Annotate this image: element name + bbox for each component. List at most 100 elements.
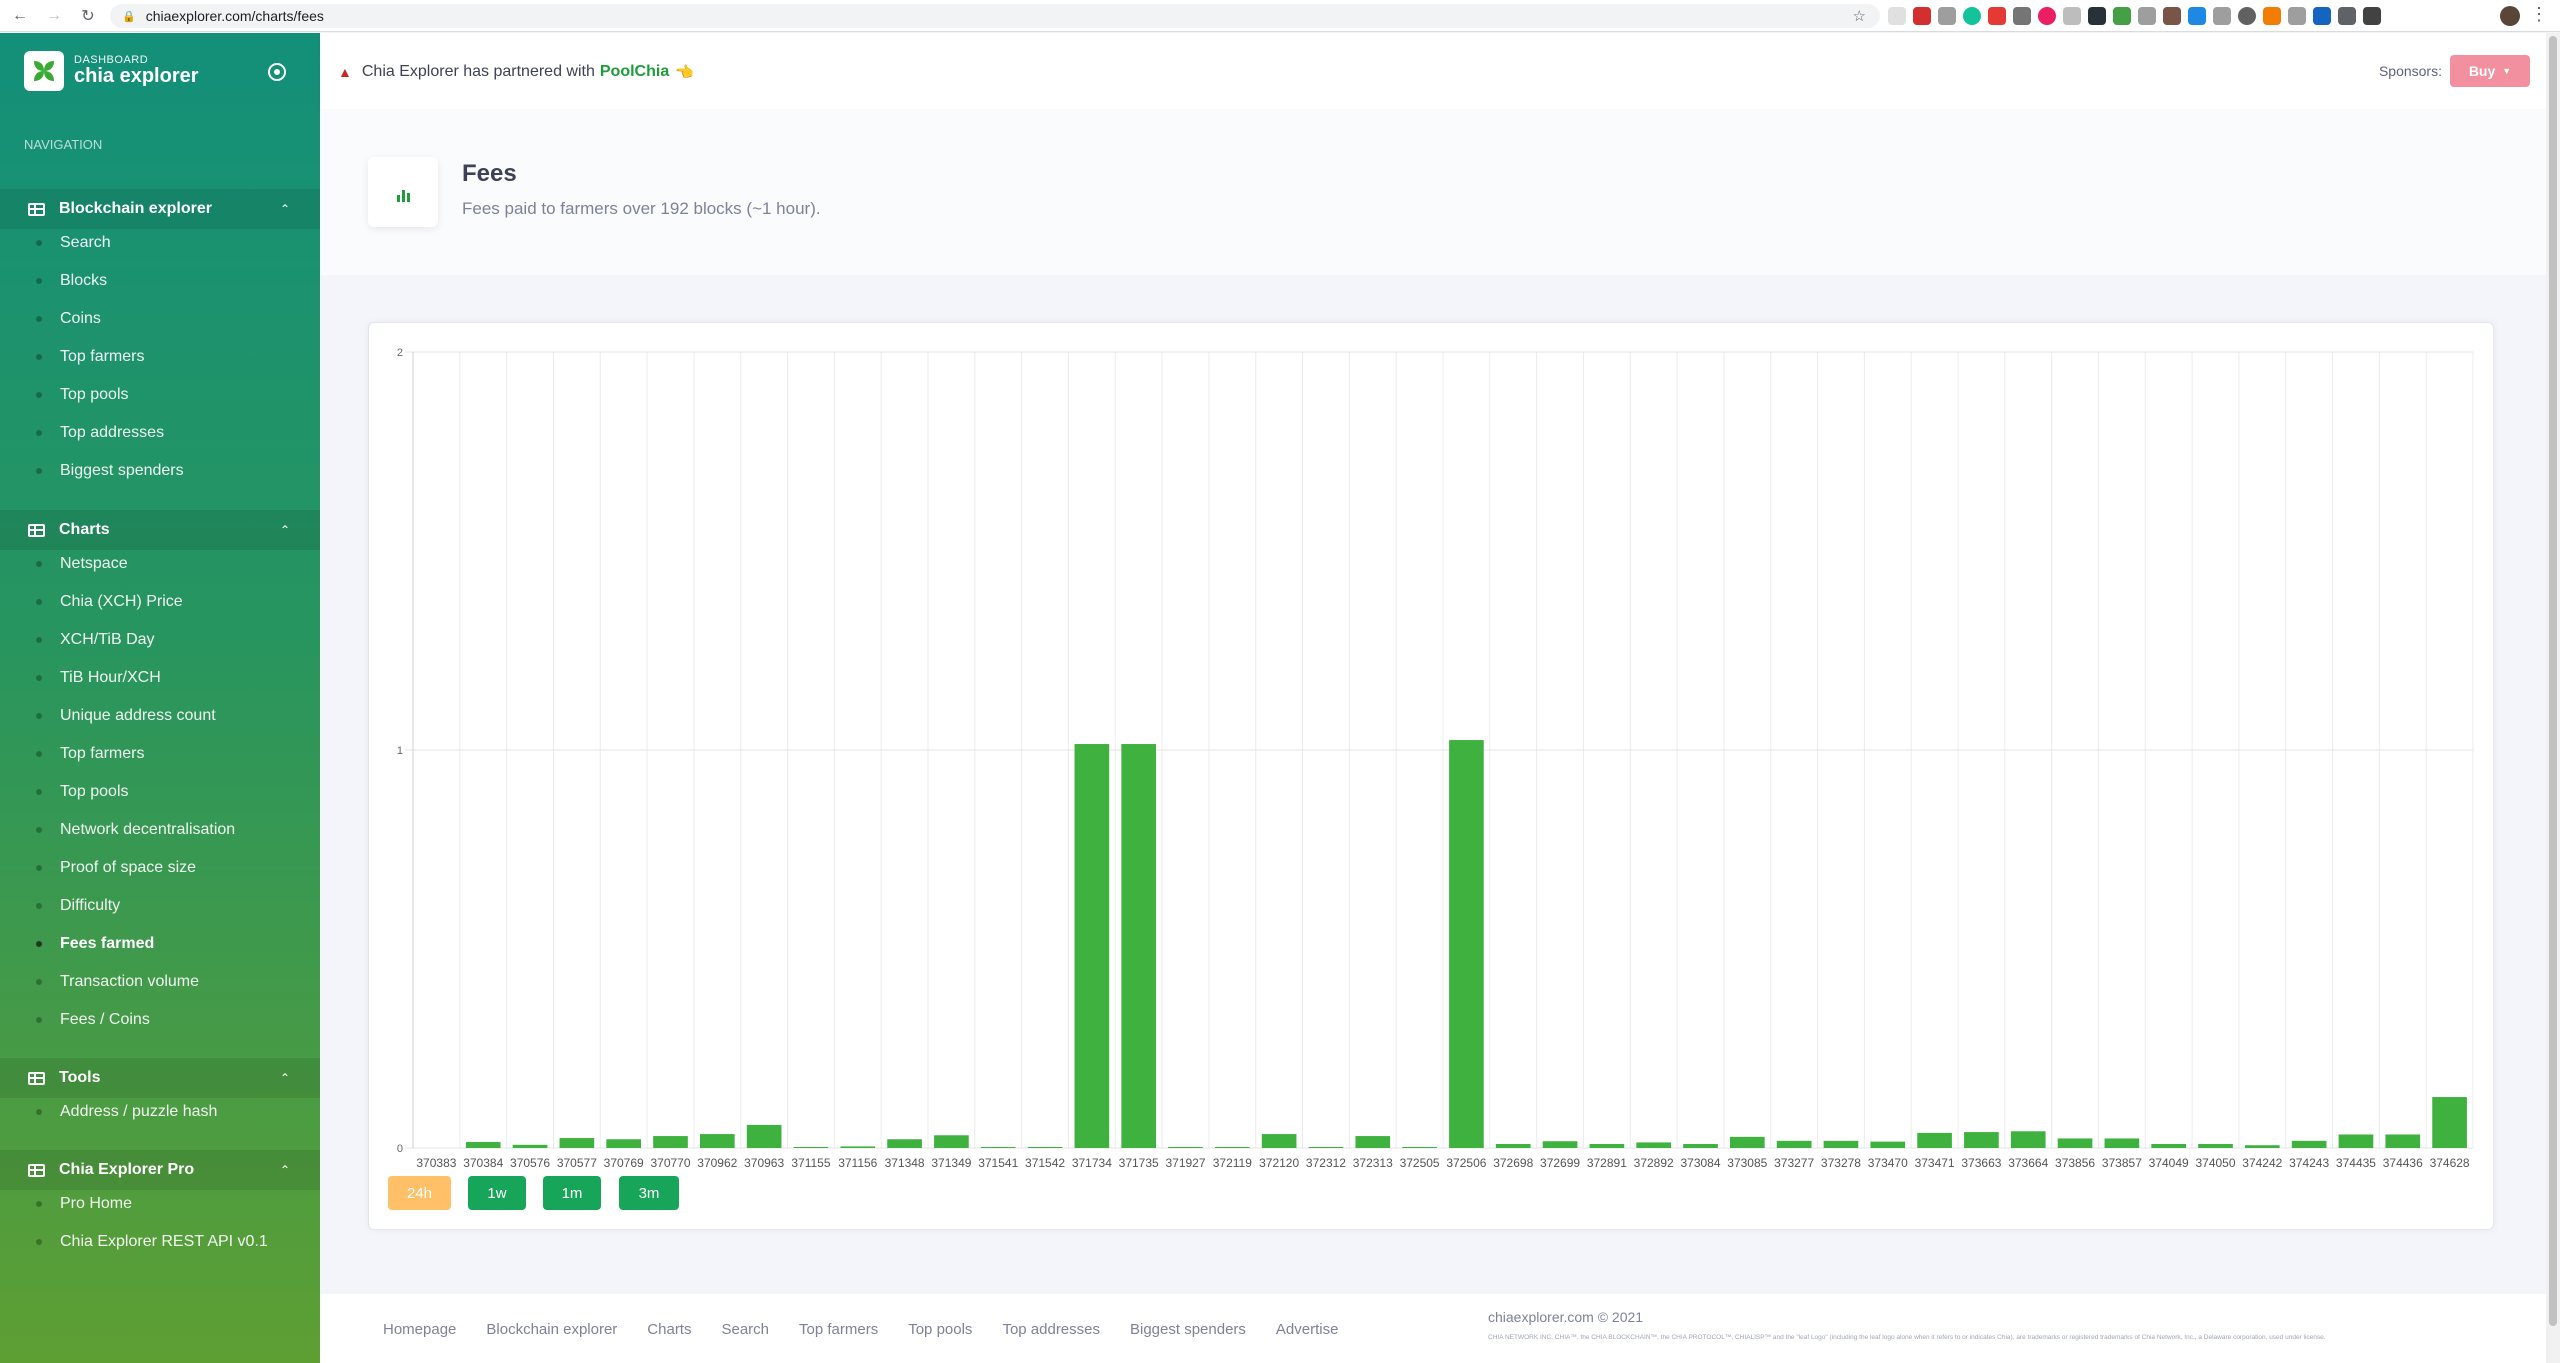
extension-icon[interactable] xyxy=(2038,7,2056,25)
legal-notice: CHIA NETWORK INC, CHIA™, the CHIA BLOCKC… xyxy=(1488,1334,2326,1341)
footer-link-top-farmers[interactable]: Top farmers xyxy=(799,1321,878,1338)
sidebar-item-coins[interactable]: Coins xyxy=(0,304,320,334)
sidebar-item-rest-api[interactable]: Chia Explorer REST API v0.1 xyxy=(0,1227,320,1257)
range-button-3m[interactable]: 3m xyxy=(619,1176,679,1210)
sidebar-item-pro-home[interactable]: Pro Home xyxy=(0,1189,320,1219)
sidebar-item-tib-hour-xch[interactable]: TiB Hour/XCH xyxy=(0,663,320,693)
bookmark-star-icon[interactable]: ☆ xyxy=(1853,7,1866,25)
sidebar-item-unique-address-count[interactable]: Unique address count xyxy=(0,701,320,731)
bullet-icon xyxy=(36,827,42,833)
back-icon[interactable]: ← xyxy=(6,2,34,30)
x-tick-label: 372505 xyxy=(1400,1156,1440,1170)
sidebar-item-biggest-spenders[interactable]: Biggest spenders xyxy=(0,456,320,486)
footer-link-advertise[interactable]: Advertise xyxy=(1276,1321,1339,1338)
extension-icon[interactable] xyxy=(2213,7,2231,25)
address-bar[interactable]: 🔒 chiaexplorer.com/charts/fees ☆ xyxy=(110,4,1880,28)
sidebar-item-xch-tib-day[interactable]: XCH/TiB Day xyxy=(0,625,320,655)
x-tick-label: 373085 xyxy=(1727,1156,1767,1170)
sidebar-item-difficulty[interactable]: Difficulty xyxy=(0,891,320,921)
sidebar-item-fees-farmed[interactable]: Fees farmed xyxy=(0,929,320,959)
x-tick-label: 371542 xyxy=(1025,1156,1065,1170)
section-label: Tools xyxy=(59,1069,101,1086)
extension-icon[interactable] xyxy=(2138,7,2156,25)
sidebar-item-proof-of-space-size[interactable]: Proof of space size xyxy=(0,853,320,883)
sidebar-item-top-farmers[interactable]: Top farmers xyxy=(0,342,320,372)
extension-icon[interactable] xyxy=(2363,7,2381,25)
extension-icon[interactable] xyxy=(2288,7,2306,25)
footer-link-biggest-spenders[interactable]: Biggest spenders xyxy=(1130,1321,1246,1338)
puzzle-icon[interactable] xyxy=(2338,7,2356,25)
footer-link-blockchain-explorer[interactable]: Blockchain explorer xyxy=(486,1321,617,1338)
extension-icon[interactable] xyxy=(2088,7,2106,25)
buy-button-label: Buy xyxy=(2468,63,2496,79)
sidebar-item-blocks[interactable]: Blocks xyxy=(0,266,320,296)
x-tick-label: 373277 xyxy=(1774,1156,1814,1170)
brand[interactable]: DASHBOARD chia explorer xyxy=(24,51,199,91)
footer-link-top-addresses[interactable]: Top addresses xyxy=(1002,1321,1100,1338)
sidebar-item-label: Proof of space size xyxy=(60,859,197,876)
x-tick-label: 372892 xyxy=(1634,1156,1674,1170)
partner-link[interactable]: PoolChia xyxy=(600,63,669,81)
extension-icon[interactable] xyxy=(2013,7,2031,25)
sidebar-item-label: Unique address count xyxy=(60,707,216,724)
extension-icon[interactable] xyxy=(2188,7,2206,25)
sidebar-item-transaction-volume[interactable]: Transaction volume xyxy=(0,967,320,997)
footer-link-search[interactable]: Search xyxy=(721,1321,769,1338)
extension-icon[interactable] xyxy=(1913,7,1931,25)
sponsors-label: Sponsors: xyxy=(2378,63,2442,79)
sidebar-toggle-icon[interactable] xyxy=(268,63,286,81)
chart-bar xyxy=(465,1142,501,1148)
footer-link-top-pools[interactable]: Top pools xyxy=(908,1321,972,1338)
sidebar-item-chia-price[interactable]: Chia (XCH) Price xyxy=(0,587,320,617)
page-subtitle: Fees paid to farmers over 192 blocks (~1… xyxy=(462,199,821,218)
avatar[interactable] xyxy=(2500,6,2520,26)
page-title-band xyxy=(320,109,2546,275)
buy-button[interactable]: Buy ▼ xyxy=(2450,55,2530,87)
scrollbar-thumb[interactable] xyxy=(2549,36,2557,1326)
range-button-1w[interactable]: 1w xyxy=(468,1176,526,1210)
extension-icon[interactable] xyxy=(2063,7,2081,25)
sidebar-item-chart-top-farmers[interactable]: Top farmers xyxy=(0,739,320,769)
section-chia-explorer-pro[interactable]: Chia Explorer Pro ⌃ xyxy=(0,1150,320,1190)
sidebar-item-address-puzzle-hash[interactable]: Address / puzzle hash xyxy=(0,1097,320,1127)
x-tick-label: 370962 xyxy=(697,1156,737,1170)
chart-bar xyxy=(840,1146,876,1148)
section-blockchain-explorer[interactable]: Blockchain explorer ⌃ xyxy=(0,189,320,229)
chart-bar xyxy=(1402,1147,1437,1148)
x-tick-label: 374049 xyxy=(2149,1156,2189,1170)
extensions-area xyxy=(1888,7,2381,25)
section-label: Chia Explorer Pro xyxy=(59,1161,195,1178)
section-charts[interactable]: Charts ⌃ xyxy=(0,510,320,550)
chart-bar xyxy=(746,1124,782,1148)
forward-icon[interactable]: → xyxy=(40,2,68,30)
bullet-icon xyxy=(36,278,42,284)
extension-icon[interactable] xyxy=(1938,7,1956,25)
extension-icon[interactable] xyxy=(2238,7,2256,25)
sidebar-item-netspace[interactable]: Netspace xyxy=(0,549,320,579)
extension-icon[interactable] xyxy=(2113,7,2131,25)
page-title: Fees xyxy=(462,160,517,187)
sidebar-item-top-pools[interactable]: Top pools xyxy=(0,380,320,410)
range-button-24h[interactable]: 24h xyxy=(388,1176,451,1210)
extension-icon[interactable] xyxy=(2313,7,2331,25)
more-vertical-icon[interactable]: ⋮ xyxy=(2530,4,2548,25)
extension-icon[interactable] xyxy=(2163,7,2181,25)
sidebar-item-network-decentralisation[interactable]: Network decentralisation xyxy=(0,815,320,845)
range-button-1m[interactable]: 1m xyxy=(543,1176,601,1210)
sidebar-item-search[interactable]: Search xyxy=(0,228,320,258)
extension-icon[interactable] xyxy=(1988,7,2006,25)
x-tick-label: 373663 xyxy=(1961,1156,2001,1170)
sidebar-item-chart-top-pools[interactable]: Top pools xyxy=(0,777,320,807)
reload-icon[interactable]: ↻ xyxy=(74,2,102,30)
section-tools[interactable]: Tools ⌃ xyxy=(0,1058,320,1098)
x-tick-label: 372312 xyxy=(1306,1156,1346,1170)
extension-icon[interactable] xyxy=(2263,7,2281,25)
sidebar-item-top-addresses[interactable]: Top addresses xyxy=(0,418,320,448)
extension-icon[interactable] xyxy=(1963,7,1981,25)
partner-announcement: ▲ Chia Explorer has partnered with PoolC… xyxy=(338,63,694,81)
bar-chart-icon xyxy=(368,157,438,227)
sidebar-item-fees-coins[interactable]: Fees / Coins xyxy=(0,1005,320,1035)
footer-link-homepage[interactable]: Homepage xyxy=(383,1321,456,1338)
footer-link-charts[interactable]: Charts xyxy=(647,1321,691,1338)
extension-icon[interactable] xyxy=(1888,7,1906,25)
